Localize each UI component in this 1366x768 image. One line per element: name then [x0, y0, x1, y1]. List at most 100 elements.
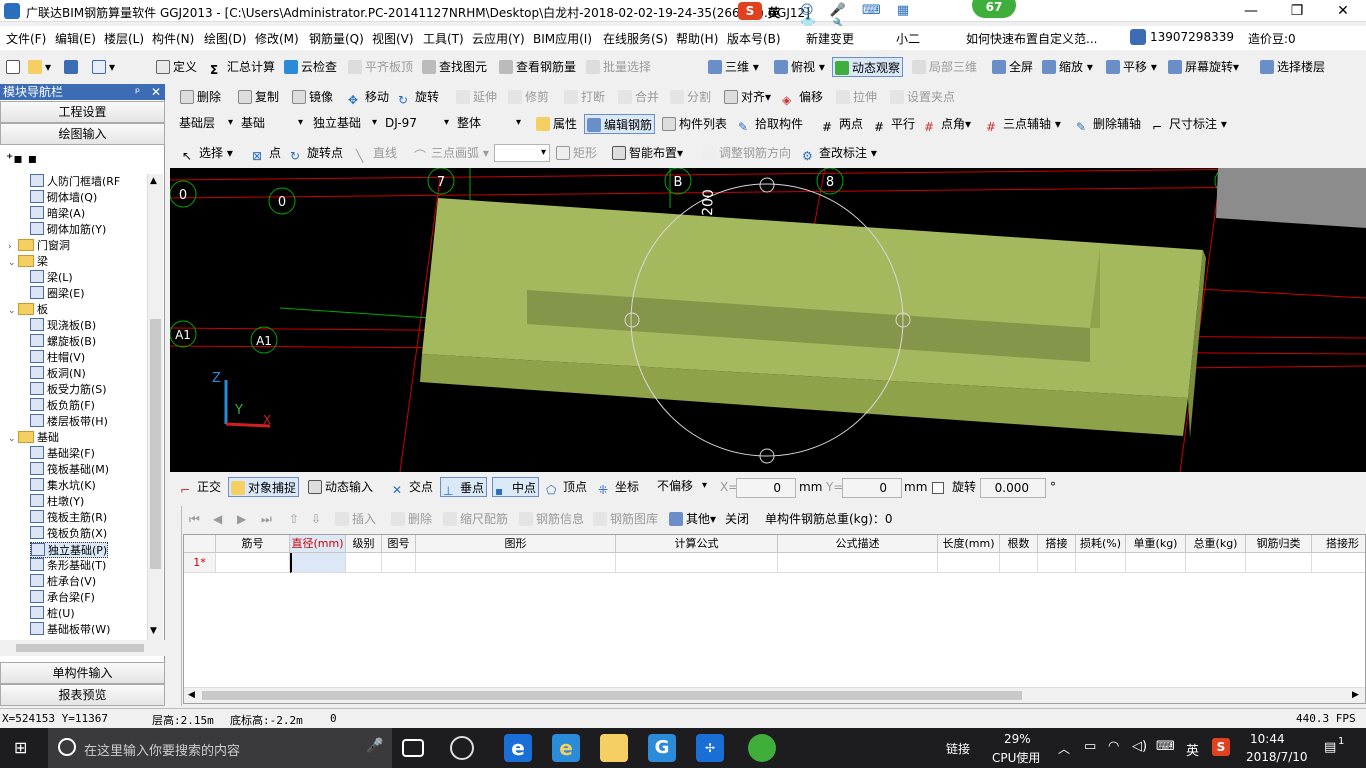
tree-item[interactable]: 条形基础(T) — [30, 558, 106, 574]
tree-item[interactable]: 桩承台(V) — [30, 574, 96, 590]
pan-button[interactable]: 平移 ▾ — [1104, 57, 1159, 77]
tree-group[interactable]: ⌄ 板 — [8, 302, 48, 318]
rebar-library-button[interactable]: 钢筋图库 — [591, 509, 660, 529]
offset-button[interactable]: ◈ 偏移 — [780, 87, 825, 107]
link-label[interactable]: 链接 — [946, 740, 970, 757]
table-cell[interactable] — [216, 553, 290, 573]
object-snap-toggle[interactable]: 对象捕捉 — [228, 477, 300, 497]
ie-icon[interactable]: e — [552, 734, 580, 762]
col-header[interactable]: 单重(kg) — [1126, 535, 1186, 553]
col-header[interactable]: 公式描述 — [778, 535, 938, 553]
ime-toolbar-icons[interactable]: ☺ 🎤 ⌨ ▦ 👕 🔧 — [800, 3, 940, 33]
hscroll-thumb[interactable] — [16, 644, 144, 652]
other-button[interactable]: 其他▾ — [667, 509, 718, 529]
menu-draw[interactable]: 绘图(D) — [204, 30, 247, 47]
tab-project-settings[interactable]: 工程设置 — [0, 101, 165, 123]
single-component-input-button[interactable]: 单构件输入 — [0, 662, 165, 684]
dynamic-orbit-button[interactable]: 动态观察 — [832, 57, 904, 77]
mirror-button[interactable]: 镜像 — [290, 87, 335, 107]
set-grip-button[interactable]: 设置夹点 — [888, 87, 957, 107]
col-header[interactable]: 钢筋归类 — [1246, 535, 1312, 553]
menu-help[interactable]: 帮助(H) — [676, 30, 718, 47]
tree-item[interactable]: 柱帽(V) — [30, 350, 85, 366]
col-header[interactable]: 搭接 — [1038, 535, 1076, 553]
point-button[interactable]: ⊠ 点 — [250, 143, 283, 163]
table-cell[interactable] — [1000, 553, 1038, 573]
y-input[interactable]: 0 — [842, 478, 902, 498]
adjacent-component[interactable] — [1216, 168, 1366, 228]
tree-toggle-icon[interactable]: ⌄ — [8, 431, 18, 447]
sogou-tray-icon[interactable]: S — [1212, 738, 1230, 756]
file-explorer-icon[interactable] — [600, 734, 628, 762]
align-button[interactable]: 对齐▾ — [722, 87, 773, 107]
edit-annotation-button[interactable]: ⚙ 查改标注 ▾ — [800, 143, 879, 163]
tree-item[interactable]: 楼层板带(H) — [30, 414, 108, 430]
floor-select[interactable]: 基础层 — [176, 115, 236, 133]
table-cell[interactable] — [1246, 553, 1312, 573]
tray-chevron-icon[interactable]: ︿ — [1058, 740, 1070, 757]
tree-toggle-icon[interactable]: › — [8, 239, 18, 255]
scroll-left-icon[interactable]: ◀ — [188, 690, 195, 700]
select-button[interactable]: ↖ 选择 ▾ — [180, 143, 235, 163]
menu-tools[interactable]: 工具(T) — [423, 30, 464, 47]
break-button[interactable]: 打断 — [562, 87, 607, 107]
wifi-icon[interactable]: ◠ — [1108, 739, 1119, 754]
table-cell-active[interactable] — [290, 553, 346, 573]
menu-view[interactable]: 视图(V) — [372, 30, 414, 47]
line-button[interactable]: ╲ 直线 — [354, 143, 399, 163]
smart-layout-button[interactable]: 智能布置▾ — [610, 143, 685, 163]
tree-item[interactable]: 集水坑(K) — [30, 478, 96, 494]
keyboard-icon[interactable]: ⌨ — [1156, 739, 1175, 754]
col-header[interactable]: 直径(mm) — [290, 535, 346, 553]
extend-button[interactable]: 延伸 — [454, 87, 499, 107]
menu-cloud[interactable]: 云应用(Y) — [472, 30, 525, 47]
tree-group[interactable]: ⌄ 基础 — [8, 430, 59, 446]
table-cell[interactable] — [616, 553, 778, 573]
col-header[interactable]: 筋号 — [216, 535, 290, 553]
properties-button[interactable]: 属性 — [534, 114, 579, 134]
tree-item[interactable]: 螺旋板(B) — [30, 334, 96, 350]
tree-item[interactable]: 筏板主筋(R) — [30, 510, 107, 526]
menu-xiaoer[interactable]: 小二 — [896, 30, 920, 47]
tree-toggle-icon[interactable]: ⌄ — [8, 255, 18, 271]
tree-item[interactable]: 板负筋(F) — [30, 398, 95, 414]
three-point-axis-button[interactable]: # 三点辅轴 ▾ — [984, 114, 1063, 134]
menu-file[interactable]: 文件(F) — [6, 30, 46, 47]
sogou-ime-icon[interactable]: S — [738, 2, 762, 20]
type-select[interactable]: 独立基础 — [310, 115, 380, 133]
clock-time[interactable]: 10:44 — [1250, 732, 1285, 746]
isolated-foundation-dj97[interactable] — [420, 198, 1206, 438]
point-angle-axis-button[interactable]: # 点角▾ — [922, 114, 973, 134]
tree-item[interactable]: 梁(L) — [30, 270, 73, 286]
category-select[interactable]: 基础 — [238, 115, 306, 133]
report-preview-button[interactable]: 报表预览 — [0, 684, 165, 706]
delete-axis-button[interactable]: ✎ 删除辅轴 — [1074, 114, 1143, 134]
table-cell[interactable] — [382, 553, 416, 573]
nav-close-icon[interactable]: ✕ — [151, 84, 161, 100]
scroll-up-icon[interactable]: ▲ — [150, 176, 157, 186]
move-button[interactable]: ✥ 移动 — [346, 87, 391, 107]
tree-item[interactable]: 桩(U) — [30, 606, 75, 622]
tree-item[interactable]: 独立基础(P) — [30, 542, 109, 558]
two-point-axis-button[interactable]: # 两点 — [820, 114, 865, 134]
col-header[interactable]: 总重(kg) — [1186, 535, 1246, 553]
zoom-button[interactable]: 缩放 ▾ — [1040, 57, 1095, 77]
menu-modify[interactable]: 修改(M) — [255, 30, 299, 47]
orbit-handle-top[interactable] — [759, 177, 775, 193]
tree-item[interactable]: 基础梁(F) — [30, 446, 95, 462]
app-icon-circle[interactable] — [450, 736, 474, 760]
delete-row-button[interactable]: 删除 — [389, 509, 434, 529]
table-cell[interactable] — [416, 553, 616, 573]
summary-calc-button[interactable]: Σ 汇总计算 — [208, 57, 277, 77]
midpoint-snap[interactable]: ▪ 中点 — [492, 477, 540, 498]
find-element-button[interactable]: 查找图元 — [420, 57, 489, 77]
coordinate-snap[interactable]: ⁜ 坐标 — [596, 477, 641, 497]
ortho-toggle[interactable]: ⌐ 正交 — [178, 477, 223, 497]
close-button-rebar[interactable]: 关闭 — [723, 509, 751, 529]
rectangle-button[interactable]: 矩形 — [554, 143, 599, 163]
menu-new-change[interactable]: 新建变更 — [806, 30, 854, 47]
dynamic-input-toggle[interactable]: 动态输入 — [306, 477, 375, 497]
insert-button[interactable]: 插入 — [333, 509, 378, 529]
split-button[interactable]: 分割 — [668, 87, 713, 107]
merge-button[interactable]: 合并 — [616, 87, 661, 107]
